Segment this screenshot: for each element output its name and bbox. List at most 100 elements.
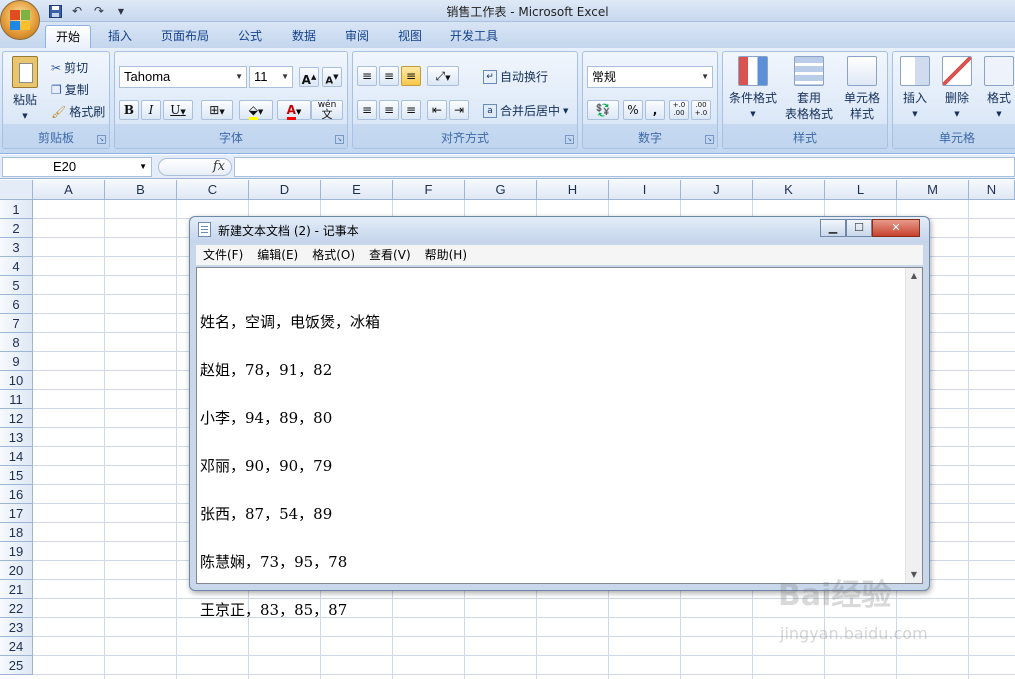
row-header[interactable]: 13 <box>0 428 33 447</box>
number-launcher-icon[interactable]: ↘ <box>705 135 714 144</box>
column-header[interactable]: B <box>105 180 177 200</box>
insert-function-button[interactable]: fx <box>158 158 232 176</box>
menu-view[interactable]: 查看(V) <box>362 245 418 265</box>
row-header[interactable]: 12 <box>0 409 33 428</box>
phonetic-button[interactable]: wén 文 <box>311 100 343 120</box>
row-header[interactable]: 23 <box>0 618 33 637</box>
formula-input[interactable] <box>234 157 1015 177</box>
tab-developer[interactable]: 开发工具 <box>444 25 504 48</box>
column-header[interactable]: K <box>753 180 825 200</box>
cell-styles-button[interactable]: 单元格 样式 <box>837 56 887 122</box>
wrap-text-button[interactable]: ↵ 自动换行 <box>483 68 548 85</box>
clipboard-launcher-icon[interactable]: ↘ <box>97 135 106 144</box>
column-header[interactable]: C <box>177 180 249 200</box>
tab-data[interactable]: 数据 <box>284 25 324 48</box>
align-left-button[interactable]: ≡ <box>357 100 377 120</box>
column-header[interactable]: I <box>609 180 681 200</box>
menu-help[interactable]: 帮助(H) <box>418 245 474 265</box>
tab-home[interactable]: 开始 <box>45 25 91 48</box>
scroll-up-icon[interactable]: ▲ <box>906 268 922 284</box>
align-right-button[interactable]: ≡ <box>401 100 421 120</box>
row-header[interactable]: 15 <box>0 466 33 485</box>
close-button[interactable]: ✕ <box>872 219 920 237</box>
underline-button[interactable]: U▼ <box>163 100 193 120</box>
row-header[interactable]: 22 <box>0 599 33 618</box>
align-center-button[interactable]: ≡ <box>379 100 399 120</box>
minimize-button[interactable]: ▁ <box>820 219 846 237</box>
align-middle-button[interactable]: ≡ <box>379 66 399 86</box>
row-header[interactable]: 17 <box>0 504 33 523</box>
decrease-decimal-button[interactable]: .00 +.0 <box>691 100 711 120</box>
row-header[interactable]: 7 <box>0 314 33 333</box>
row-header[interactable]: 11 <box>0 390 33 409</box>
row-header[interactable]: 16 <box>0 485 33 504</box>
number-format-select[interactable]: 常规 ▼ <box>587 66 713 88</box>
format-painter-button[interactable]: 🖌 格式刷 <box>51 103 105 120</box>
column-header[interactable]: G <box>465 180 537 200</box>
menu-edit[interactable]: 编辑(E) <box>250 245 305 265</box>
column-header[interactable]: J <box>681 180 753 200</box>
column-header[interactable]: F <box>393 180 465 200</box>
column-header[interactable]: E <box>321 180 393 200</box>
maximize-button[interactable]: ☐ <box>846 219 872 237</box>
delete-cells-button[interactable]: 删除 ▼ <box>937 56 977 122</box>
percent-button[interactable]: % <box>623 100 643 120</box>
cut-button[interactable]: ✂ 剪切 <box>51 59 88 76</box>
font-name-select[interactable]: Tahoma ▼ <box>119 66 247 88</box>
insert-cells-button[interactable]: 插入 ▼ <box>895 56 935 122</box>
font-size-select[interactable]: 11 ▼ <box>249 66 293 88</box>
format-cells-button[interactable]: 格式 ▼ <box>979 56 1015 122</box>
align-bottom-button[interactable]: ≡ <box>401 66 421 86</box>
italic-button[interactable]: I <box>141 100 161 120</box>
notepad-text-area[interactable]: 姓名，空调，电饭煲，冰箱 赵姐，78，91，82 小李，94，89，80 邓丽，… <box>196 267 923 618</box>
borders-button[interactable]: ⊞▼ <box>201 100 233 120</box>
row-header[interactable]: 2 <box>0 219 33 238</box>
format-as-table-button[interactable]: 套用 表格格式 <box>781 56 837 122</box>
column-header[interactable]: H <box>537 180 609 200</box>
office-button[interactable] <box>0 0 40 40</box>
column-header[interactable]: N <box>969 180 1015 200</box>
bold-button[interactable]: B <box>119 100 139 120</box>
row-header[interactable]: 10 <box>0 371 33 390</box>
notepad-title-bar[interactable]: 新建文本文档 (2) - 记事本 ▁ ☐ ✕ <box>190 217 929 243</box>
tab-insert[interactable]: 插入 <box>100 25 140 48</box>
row-header[interactable]: 9 <box>0 352 33 371</box>
tab-page-layout[interactable]: 页面布局 <box>155 25 215 48</box>
shrink-font-button[interactable]: A▼ <box>322 67 342 87</box>
row-header[interactable]: 14 <box>0 447 33 466</box>
row-header[interactable]: 5 <box>0 276 33 295</box>
menu-file[interactable]: 文件(F) <box>196 245 250 265</box>
merge-center-button[interactable]: a 合并后居中 ▼ <box>483 102 568 119</box>
comma-button[interactable]: , <box>645 100 665 120</box>
decrease-indent-button[interactable]: ⇤ <box>427 100 447 120</box>
paste-button[interactable]: 粘贴 ▼ <box>7 56 43 124</box>
fill-color-button[interactable]: ⬙▼ <box>239 100 273 120</box>
row-header[interactable]: 6 <box>0 295 33 314</box>
font-launcher-icon[interactable]: ↘ <box>335 135 344 144</box>
row-header[interactable]: 4 <box>0 257 33 276</box>
column-header[interactable]: D <box>249 180 321 200</box>
grow-font-button[interactable]: A▲ <box>299 67 319 87</box>
accounting-format-button[interactable]: 💱 <box>587 100 619 120</box>
tab-view[interactable]: 视图 <box>390 25 430 48</box>
conditional-format-button[interactable]: 条件格式 ▼ <box>725 56 781 122</box>
select-all-button[interactable] <box>0 180 33 200</box>
menu-format[interactable]: 格式(O) <box>305 245 362 265</box>
row-header[interactable]: 21 <box>0 580 33 599</box>
increase-indent-button[interactable]: ⇥ <box>449 100 469 120</box>
column-header[interactable]: A <box>33 180 105 200</box>
row-header[interactable]: 8 <box>0 333 33 352</box>
column-header[interactable]: M <box>897 180 969 200</box>
orientation-button[interactable]: ⤢▼ <box>427 66 459 86</box>
tab-formulas[interactable]: 公式 <box>230 25 270 48</box>
align-top-button[interactable]: ≡ <box>357 66 377 86</box>
vertical-scrollbar[interactable]: ▲ ▼ <box>905 268 922 583</box>
row-header[interactable]: 25 <box>0 656 33 675</box>
row-header[interactable]: 1 <box>0 200 33 219</box>
copy-button[interactable]: ❐ 复制 <box>51 81 89 98</box>
row-header[interactable]: 19 <box>0 542 33 561</box>
row-header[interactable]: 24 <box>0 637 33 656</box>
row-header[interactable]: 18 <box>0 523 33 542</box>
name-box[interactable]: E20 ▼ <box>2 157 152 177</box>
alignment-launcher-icon[interactable]: ↘ <box>565 135 574 144</box>
